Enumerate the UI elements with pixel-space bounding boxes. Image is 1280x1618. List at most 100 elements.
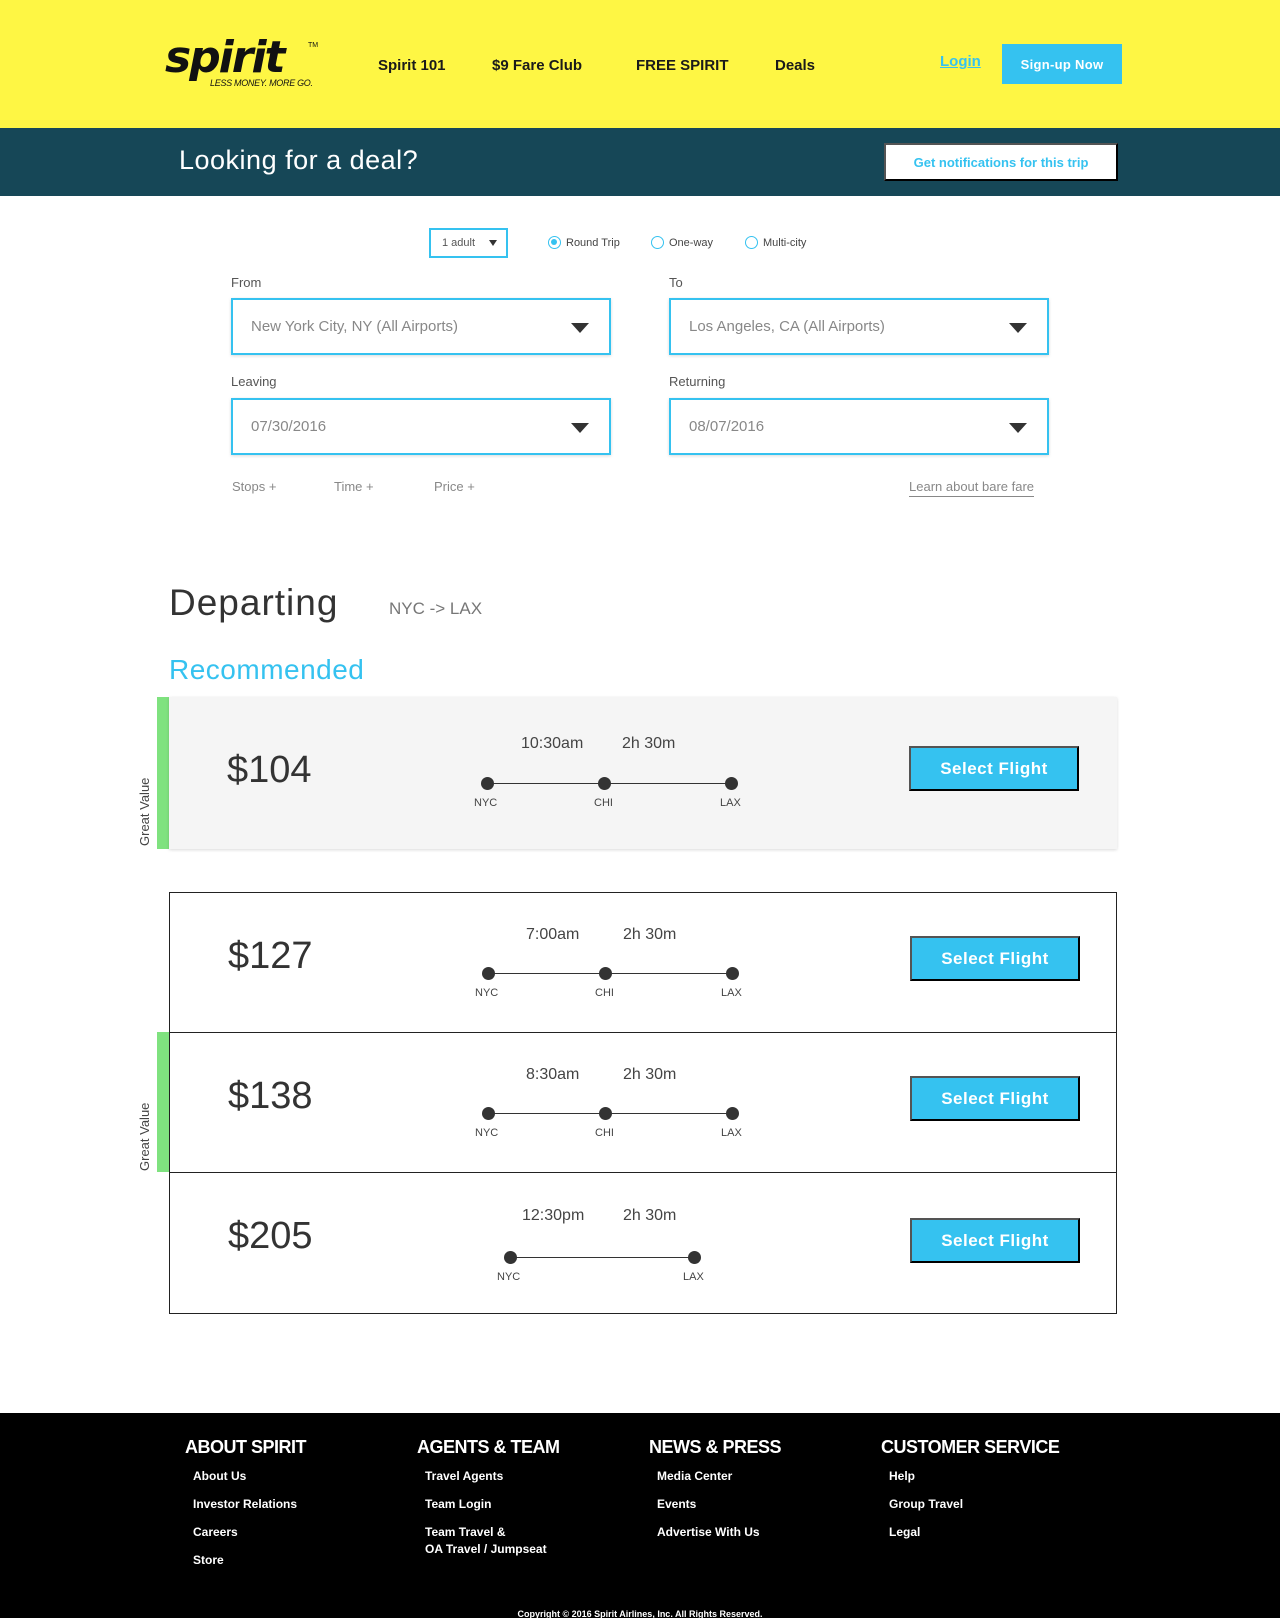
stop-dot: [688, 1251, 701, 1264]
footer-link[interactable]: Help: [889, 1468, 1059, 1485]
stop-label: LAX: [721, 987, 742, 999]
footer-column-customer-service: CUSTOMER SERVICE Help Group Travel Legal: [881, 1437, 1060, 1552]
recommended-heading: Recommended: [169, 654, 365, 685]
stop-label: CHI: [595, 1127, 614, 1139]
flight-departure-time: 8:30am: [526, 1066, 580, 1083]
stop-dot: [482, 1107, 495, 1120]
signup-button[interactable]: Sign-up Now: [1002, 44, 1122, 84]
radio-selected-icon: [548, 236, 561, 249]
stop-label: CHI: [594, 797, 613, 809]
footer-link[interactable]: Legal: [889, 1524, 1059, 1541]
footer-column-news: NEWS & PRESS Media Center Events Adverti…: [649, 1437, 782, 1552]
footer-link[interactable]: Events: [657, 1496, 781, 1513]
trip-type-one-way[interactable]: One-way: [651, 236, 713, 249]
great-value-label: Great Value: [137, 1102, 152, 1171]
from-select[interactable]: New York City, NY (All Airports): [231, 298, 611, 355]
trip-notifications-button[interactable]: Get notifications for this trip: [884, 143, 1118, 181]
bare-fare-link[interactable]: Learn about bare fare: [909, 479, 1035, 497]
footer-link[interactable]: Investor Relations: [193, 1496, 306, 1513]
footer-link[interactable]: Travel Agents: [425, 1468, 560, 1485]
flight-card: $205 12:30pm 2h 30m NYC LAX Select Fligh…: [169, 1172, 1117, 1314]
footer-link[interactable]: Media Center: [657, 1468, 781, 1485]
footer-link[interactable]: Advertise With Us: [657, 1524, 781, 1541]
nav-free-spirit[interactable]: FREE SPIRIT: [636, 57, 729, 74]
footer-link[interactable]: About Us: [193, 1468, 306, 1485]
footer-link[interactable]: Team Login: [425, 1496, 560, 1513]
footer-column-about: ABOUT SPIRIT About Us Investor Relations…: [185, 1437, 307, 1580]
select-flight-button[interactable]: Select Flight: [909, 746, 1079, 791]
stop-dot: [504, 1251, 517, 1264]
flight-departure-time: 12:30pm: [522, 1207, 585, 1224]
footer-link[interactable]: Group Travel: [889, 1496, 1059, 1513]
stop-label: LAX: [720, 797, 741, 809]
footer-column-agents: AGENTS & TEAM Travel Agents Team Login T…: [417, 1437, 560, 1569]
results-route: NYC -> LAX: [389, 599, 483, 618]
flight-card: $138 8:30am 2h 30m NYC CHI LAX Select Fl…: [169, 1032, 1117, 1173]
select-flight-button[interactable]: Select Flight: [910, 1218, 1080, 1263]
site-header: spirit TM LESS MONEY. MORE GO. Spirit 10…: [0, 0, 1280, 128]
caret-down-icon: [1009, 423, 1027, 433]
nav-spirit-101[interactable]: Spirit 101: [378, 57, 446, 74]
flight-card-recommended: $104 10:30am 2h 30m NYC CHI LAX Select F…: [169, 697, 1117, 849]
trip-type-label: Multi-city: [763, 236, 807, 249]
great-value-label: Great Value: [137, 777, 152, 846]
route-line: [510, 1257, 695, 1258]
footer-heading: CUSTOMER SERVICE: [881, 1437, 1060, 1457]
to-select[interactable]: Los Angeles, CA (All Airports): [669, 298, 1049, 355]
nav-fare-club[interactable]: $9 Fare Club: [492, 57, 582, 74]
flight-duration: 2h 30m: [622, 735, 676, 752]
trip-type-label: One-way: [669, 236, 714, 249]
returning-date-value: 08/07/2016: [689, 418, 765, 435]
great-value-bar: [157, 1032, 169, 1172]
returning-date-select[interactable]: 08/07/2016: [669, 398, 1049, 455]
spirit-logo[interactable]: spirit TM LESS MONEY. MORE GO.: [165, 32, 320, 94]
stop-label: NYC: [475, 1127, 499, 1139]
to-select-value: Los Angeles, CA (All Airports): [689, 318, 885, 335]
stop-dot: [598, 777, 611, 790]
stop-label: NYC: [497, 1271, 521, 1283]
flight-duration: 2h 30m: [623, 1207, 677, 1224]
results-heading: Departing: [169, 582, 339, 623]
trip-type-label: Round Trip: [566, 236, 620, 249]
stop-dot: [599, 967, 612, 980]
stop-dot: [726, 967, 739, 980]
returning-label: Returning: [669, 374, 726, 389]
copyright-text: Copyright © 2016 Spirit Airlines, Inc. A…: [517, 1609, 763, 1618]
site-footer: ABOUT SPIRIT About Us Investor Relations…: [0, 1413, 1280, 1618]
passenger-select[interactable]: 1 adult: [429, 228, 508, 258]
filter-price[interactable]: Price +: [434, 479, 475, 494]
leaving-date-value: 07/30/2016: [251, 418, 327, 435]
radio-icon: [651, 236, 664, 249]
stop-label: LAX: [721, 1127, 742, 1139]
nav-deals[interactable]: Deals: [775, 57, 815, 74]
login-link[interactable]: Login: [940, 53, 981, 70]
flight-price: $205: [228, 1215, 313, 1257]
filter-stops[interactable]: Stops +: [232, 479, 276, 494]
trip-type-round-trip[interactable]: Round Trip: [548, 236, 620, 249]
logo-tagline: LESS MONEY. MORE GO.: [210, 78, 313, 88]
filter-time[interactable]: Time +: [334, 479, 374, 494]
flight-card: $127 7:00am 2h 30m NYC CHI LAX Select Fl…: [169, 892, 1117, 1033]
stop-label: CHI: [595, 987, 614, 999]
footer-heading: ABOUT SPIRIT: [185, 1437, 307, 1457]
trip-type-multi-city[interactable]: Multi-city: [745, 236, 806, 249]
flight-duration: 2h 30m: [623, 926, 677, 943]
footer-link[interactable]: Team Travel & OA Travel / Jumpseat: [425, 1524, 560, 1558]
stop-dot: [725, 777, 738, 790]
select-flight-button[interactable]: Select Flight: [910, 936, 1080, 981]
deal-title: Looking for a deal?: [179, 145, 419, 175]
footer-link[interactable]: Careers: [193, 1524, 306, 1541]
caret-down-icon: [489, 240, 497, 246]
leaving-date-select[interactable]: 07/30/2016: [231, 398, 611, 455]
flight-price: $104: [227, 749, 312, 791]
logo-trademark: TM: [308, 42, 319, 49]
stop-label: NYC: [475, 987, 499, 999]
select-flight-button[interactable]: Select Flight: [910, 1076, 1080, 1121]
footer-link[interactable]: Store: [193, 1552, 306, 1569]
footer-heading: AGENTS & TEAM: [417, 1437, 560, 1457]
great-value-bar: [157, 697, 169, 849]
deal-bar: Looking for a deal? Get notifications fo…: [0, 128, 1280, 196]
from-label: From: [231, 275, 262, 290]
stop-label: LAX: [683, 1271, 704, 1283]
passenger-select-value: 1 adult: [442, 237, 476, 249]
